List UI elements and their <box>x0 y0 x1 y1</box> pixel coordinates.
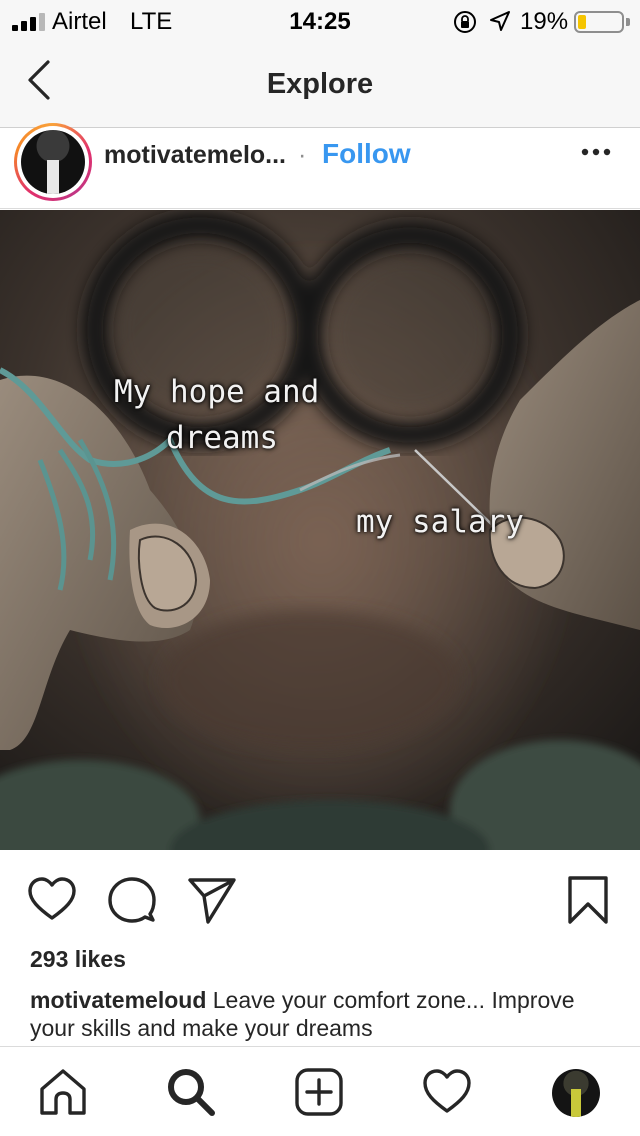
separator-dot: · <box>298 141 307 169</box>
share-send-icon[interactable] <box>186 874 238 926</box>
page-title: Explore <box>266 68 374 100</box>
bottom-tab-bar <box>0 1046 640 1136</box>
post-image[interactable]: My hope and dreams my salary <box>0 210 640 850</box>
new-post-icon[interactable] <box>292 1065 346 1119</box>
post-header: motivatemelo... · Follow <box>0 123 640 209</box>
author-username[interactable]: motivatemelo... <box>104 141 286 170</box>
bookmark-save-icon[interactable] <box>562 874 614 926</box>
image-text-line3: my salary <box>356 504 524 540</box>
like-heart-icon[interactable] <box>26 874 78 926</box>
battery-cap <box>626 18 630 26</box>
orientation-lock-icon <box>454 11 476 33</box>
follow-button[interactable]: Follow <box>322 138 411 170</box>
navigation-bar: Explore <box>0 42 640 128</box>
home-icon[interactable] <box>36 1065 90 1119</box>
battery-percent: 19% <box>520 8 569 35</box>
search-icon[interactable] <box>164 1065 218 1119</box>
author-avatar[interactable] <box>14 123 92 201</box>
more-options-icon[interactable] <box>575 137 619 167</box>
activity-heart-icon[interactable] <box>420 1065 474 1119</box>
status-bar: Airtel LTE 14:25 19% <box>0 0 640 42</box>
post-actions <box>0 850 640 940</box>
post-photo <box>0 210 640 850</box>
comment-icon[interactable] <box>106 874 158 926</box>
location-icon <box>490 11 510 31</box>
battery-fill <box>578 15 586 29</box>
post-caption: motivatemeloud Leave your comfort zone..… <box>30 986 590 1042</box>
profile-avatar-tab[interactable] <box>552 1069 600 1117</box>
likes-count[interactable]: 293 likes <box>30 946 126 973</box>
battery-icon <box>574 11 624 33</box>
instagram-explore-post: Airtel LTE 14:25 19% Explore motivatemel <box>0 0 640 1136</box>
image-text-line2: dreams <box>166 420 278 456</box>
image-text-line1: My hope and <box>114 374 320 410</box>
caption-username[interactable]: motivatemeloud <box>30 987 206 1013</box>
